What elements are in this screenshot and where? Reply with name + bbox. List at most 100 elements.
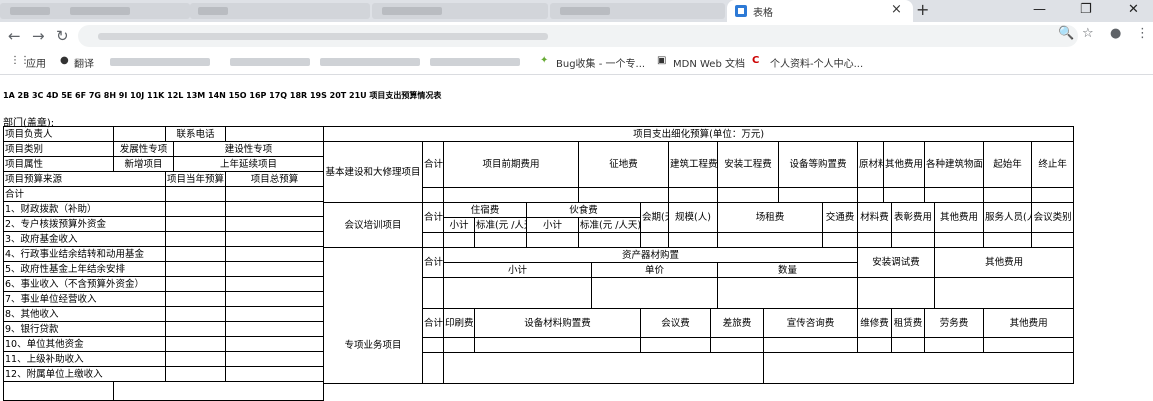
input-cell[interactable] [717, 187, 779, 203]
tab-active[interactable]: 表格 × [727, 0, 913, 22]
close-window-button[interactable]: ✕ [1128, 2, 1139, 17]
bookmark-mdn[interactable]: MDN Web 文档 [673, 55, 745, 70]
input-cell[interactable] [164, 186, 227, 202]
input-cell[interactable] [225, 321, 325, 337]
bookmark-profile[interactable]: 个人资料-个人中心... [770, 55, 863, 70]
input-cell[interactable] [924, 187, 984, 203]
blurred-tab[interactable] [550, 3, 725, 19]
input-cell[interactable] [983, 187, 1032, 203]
input-cell[interactable] [443, 352, 764, 384]
input-cell[interactable] [225, 366, 325, 382]
new-tab-button[interactable]: + [916, 0, 929, 19]
input-cell[interactable] [762, 352, 1075, 384]
input-cell[interactable] [717, 232, 823, 248]
bookmark-translate[interactable]: 翻译 [74, 55, 94, 70]
input-cell[interactable] [225, 306, 325, 322]
input-cell[interactable] [164, 366, 227, 382]
bookmark-bug[interactable]: Bug收集 - 一个专... [556, 55, 645, 70]
address-bar[interactable] [78, 25, 1078, 47]
bookmark-apps[interactable]: 应用 [26, 55, 46, 70]
input-cell[interactable] [883, 187, 925, 203]
input-cell[interactable] [640, 232, 669, 248]
input-cell[interactable] [924, 337, 984, 353]
input-cell[interactable] [113, 126, 166, 142]
input-cell[interactable] [422, 352, 444, 384]
input-cell[interactable] [474, 232, 527, 248]
zoom-icon[interactable]: 🔍 [1058, 26, 1074, 41]
reload-icon[interactable]: ↻ [56, 27, 69, 45]
input-cell[interactable] [763, 337, 858, 353]
input-cell[interactable] [526, 232, 579, 248]
input-cell[interactable] [225, 201, 325, 217]
blurred-tab[interactable] [0, 3, 190, 19]
input-cell[interactable] [164, 231, 227, 247]
input-cell[interactable] [164, 201, 227, 217]
input-cell[interactable] [934, 232, 984, 248]
input-cell[interactable] [443, 187, 579, 203]
account-icon[interactable]: ● [1110, 26, 1121, 41]
minimize-button[interactable]: — [1033, 2, 1046, 17]
input-cell[interactable] [422, 187, 444, 203]
input-cell[interactable] [717, 277, 858, 309]
input-cell[interactable] [164, 291, 227, 307]
input-cell[interactable] [443, 337, 475, 353]
input-cell[interactable] [112, 381, 325, 401]
input-cell[interactable] [164, 276, 227, 292]
input-cell[interactable] [640, 337, 711, 353]
input-cell[interactable] [822, 232, 858, 248]
input-cell[interactable] [443, 232, 475, 248]
input-cell[interactable] [982, 337, 1075, 353]
input-cell[interactable] [443, 277, 592, 309]
blurred-bookmark[interactable] [320, 58, 420, 66]
input-cell[interactable] [1030, 232, 1075, 248]
input-cell[interactable] [225, 276, 325, 292]
input-cell[interactable] [778, 187, 858, 203]
blurred-tab[interactable] [190, 3, 370, 19]
input-cell[interactable] [225, 351, 325, 367]
input-cell[interactable] [857, 187, 884, 203]
blurred-bookmark[interactable] [230, 58, 310, 66]
input-cell[interactable] [225, 291, 325, 307]
input-cell[interactable] [1030, 187, 1075, 203]
input-cell[interactable] [710, 337, 764, 353]
input-cell[interactable] [891, 232, 935, 248]
blurred-bookmark[interactable] [110, 58, 210, 66]
input-cell[interactable] [225, 231, 325, 247]
blurred-bookmark[interactable] [430, 58, 520, 66]
input-cell[interactable] [225, 246, 325, 262]
menu-icon[interactable]: ⋮ [1136, 26, 1149, 41]
input-cell[interactable] [857, 232, 892, 248]
input-cell[interactable] [164, 246, 227, 262]
input-cell[interactable] [3, 381, 114, 401]
input-cell[interactable] [164, 336, 227, 352]
input-cell[interactable] [422, 277, 444, 309]
star-icon[interactable]: ☆ [1082, 26, 1094, 41]
close-icon[interactable]: × [891, 2, 902, 17]
input-cell[interactable] [474, 337, 641, 353]
input-cell[interactable] [668, 187, 718, 203]
input-cell[interactable] [857, 337, 892, 353]
input-cell[interactable] [591, 277, 718, 309]
input-cell[interactable] [225, 336, 325, 352]
input-cell[interactable] [225, 261, 325, 277]
blurred-tab[interactable] [372, 3, 548, 19]
input-cell[interactable] [164, 261, 227, 277]
input-cell[interactable] [668, 232, 718, 248]
input-cell[interactable] [164, 306, 227, 322]
input-cell[interactable] [578, 232, 641, 248]
input-cell[interactable] [891, 337, 925, 353]
input-cell[interactable] [422, 337, 444, 353]
forward-icon[interactable]: → [32, 27, 45, 45]
input-cell[interactable] [225, 216, 325, 232]
back-icon[interactable]: ← [8, 27, 21, 45]
input-cell[interactable] [933, 277, 1075, 309]
input-cell[interactable] [857, 277, 935, 309]
input-cell[interactable] [983, 232, 1032, 248]
input-cell[interactable] [422, 232, 444, 248]
input-cell[interactable] [225, 186, 325, 202]
input-cell[interactable] [164, 351, 227, 367]
input-cell[interactable] [225, 126, 325, 142]
input-cell[interactable] [578, 187, 669, 203]
input-cell[interactable] [164, 216, 227, 232]
maximize-button[interactable]: ❐ [1080, 2, 1092, 17]
